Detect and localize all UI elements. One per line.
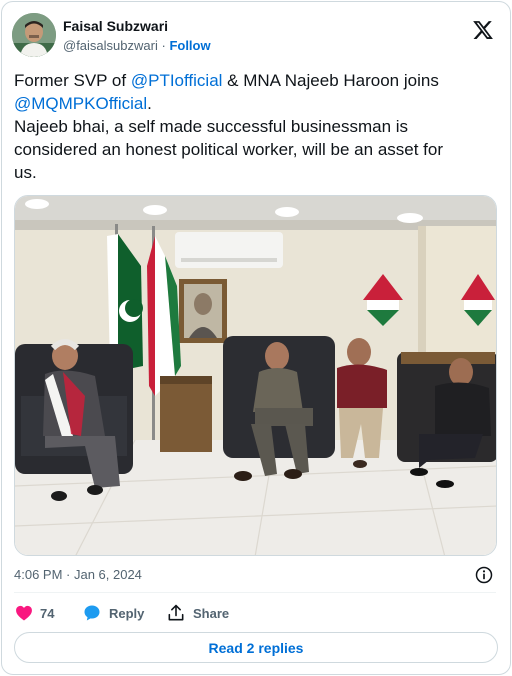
read-replies-button[interactable]: Read 2 replies — [14, 632, 498, 663]
reply-button[interactable]: Reply — [82, 600, 144, 626]
tweet-line-3: Najeeb bhai, a self made successful busi… — [14, 117, 409, 136]
tweet-line-5: us. — [14, 163, 37, 182]
tweet-photo[interactable] — [14, 195, 497, 556]
author-name[interactable]: Faisal Subzwari — [63, 17, 211, 35]
author-handle[interactable]: @faisalsubzwari — [63, 38, 158, 53]
mention-ptiofficial-link[interactable]: @PTIofficial — [131, 71, 223, 90]
tweet-line-4: considered an honest political worker, w… — [14, 140, 444, 159]
x-logo-icon[interactable] — [472, 19, 494, 41]
author-block: Faisal Subzwari @faisalsubzwari · Follow — [63, 17, 211, 55]
tweet-line-1: Former SVP of @PTIofficial & MNA Najeeb … — [14, 69, 494, 92]
heart-icon — [16, 605, 32, 621]
share-upload-icon — [168, 604, 184, 621]
share-label: Share — [193, 605, 230, 621]
reply-label: Reply — [109, 605, 145, 621]
action-bar: 74 Reply Share — [14, 600, 494, 626]
separator-dot: · — [161, 38, 166, 53]
mention-mqmpkofficial-link[interactable]: @MQMPKOfficial — [14, 94, 147, 113]
timestamp[interactable]: 4:06 PM · Jan 6, 2024 — [14, 567, 142, 582]
tweet-card: Faisal Subzwari @faisalsubzwari · Follow… — [1, 1, 511, 675]
like-button[interactable]: 74 — [14, 600, 54, 626]
tweet-meta: 4:06 PM · Jan 6, 2024 — [14, 565, 494, 585]
tweet-text-segment: Former SVP of — [14, 71, 131, 90]
follow-button[interactable]: Follow — [169, 38, 210, 53]
tweet-text-segment: & MNA Najeeb Haroon joins — [222, 71, 439, 90]
like-count: 74 — [40, 605, 55, 621]
tweet-text: Former SVP of @PTIofficial & MNA Najeeb … — [14, 69, 494, 184]
share-button[interactable]: Share — [166, 600, 229, 626]
author-subline: @faisalsubzwari · Follow — [63, 37, 211, 55]
tweet-line-2: @MQMPKOfficial. — [14, 92, 494, 115]
avatar[interactable] — [12, 13, 56, 57]
info-icon[interactable] — [474, 565, 494, 585]
tweet-header: Faisal Subzwari @faisalsubzwari · Follow — [12, 13, 498, 59]
speech-bubble-icon — [84, 605, 100, 621]
tweet-text-segment: . — [147, 94, 152, 113]
divider — [14, 592, 496, 593]
